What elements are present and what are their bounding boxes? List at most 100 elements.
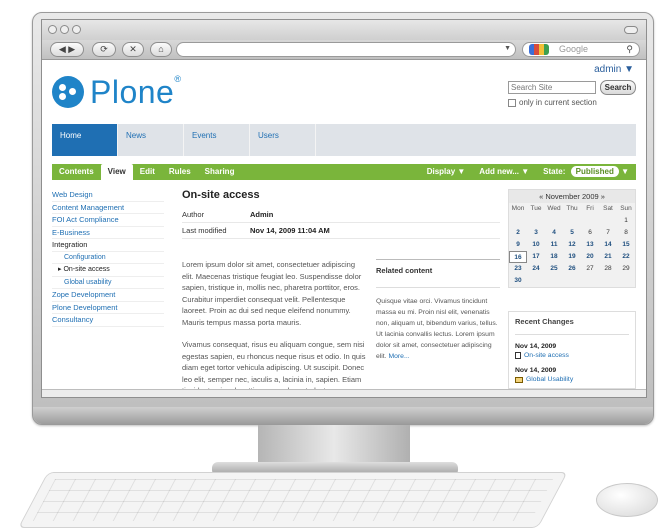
calendar-day[interactable]: 5 bbox=[563, 227, 581, 239]
home-icon[interactable]: ⌂ bbox=[150, 42, 172, 57]
calendar-day bbox=[545, 215, 563, 227]
plone-logo-icon bbox=[52, 76, 84, 108]
sidebar-item-zope[interactable]: Zope Development bbox=[52, 289, 164, 302]
calendar-day[interactable]: 22 bbox=[617, 251, 635, 263]
only-current-checkbox[interactable] bbox=[508, 98, 516, 107]
calendar-day[interactable]: 25 bbox=[545, 263, 563, 275]
calendar-day[interactable]: 28 bbox=[599, 263, 617, 275]
search-icon[interactable]: ⚲ bbox=[626, 43, 633, 56]
sidebar-item-foi-act[interactable]: FOI Act Compliance bbox=[52, 214, 164, 227]
calendar-dayname: Tue bbox=[530, 205, 542, 212]
global-nav-events[interactable]: Events bbox=[184, 124, 250, 156]
browser-search-placeholder: Google bbox=[559, 44, 589, 54]
calendar-day bbox=[563, 275, 581, 287]
sidebar-item-global-usability[interactable]: Global usability bbox=[52, 277, 164, 289]
calendar-day[interactable]: 19 bbox=[563, 251, 581, 263]
calendar-day[interactable]: 30 bbox=[509, 275, 527, 287]
horizontal-scrollbar[interactable] bbox=[42, 389, 646, 397]
calendar-day[interactable]: 20 bbox=[581, 251, 599, 263]
calendar-day[interactable]: 17 bbox=[527, 251, 545, 263]
sidebar-item-integration[interactable]: Integration bbox=[52, 239, 164, 252]
calendar-day[interactable]: 9 bbox=[509, 239, 527, 251]
recent-item-on-site-access[interactable]: On-site access bbox=[515, 352, 629, 359]
state-label: State: bbox=[543, 167, 566, 176]
add-new-menu[interactable]: Add new... ▼ bbox=[472, 164, 536, 180]
sidebar-item-consultancy[interactable]: Consultancy bbox=[52, 314, 164, 327]
tab-sharing[interactable]: Sharing bbox=[198, 164, 242, 180]
calendar-day bbox=[527, 215, 545, 227]
calendar-day bbox=[617, 275, 635, 287]
calendar-day[interactable]: 4 bbox=[545, 227, 563, 239]
sidebar-item-configuration[interactable]: Configuration bbox=[52, 252, 164, 264]
calendar-day[interactable]: 24 bbox=[527, 263, 545, 275]
state-menu[interactable]: State: Published ▼ bbox=[536, 164, 636, 180]
calendar-day bbox=[599, 275, 617, 287]
calendar-day[interactable]: 12 bbox=[563, 239, 581, 251]
calendar-day[interactable]: 29 bbox=[617, 263, 635, 275]
calendar-day[interactable]: 7 bbox=[599, 227, 617, 239]
calendar-day[interactable]: 2 bbox=[509, 227, 527, 239]
calendar-day[interactable]: 1 bbox=[617, 215, 635, 227]
browser-toolbar: ◀ ▶ ⟳ ✕ ⌂ ▼ Google ⚲ bbox=[42, 40, 646, 60]
back-forward-button[interactable]: ◀ ▶ bbox=[50, 42, 84, 57]
calendar-day bbox=[581, 275, 599, 287]
document-icon bbox=[515, 352, 521, 359]
tab-rules[interactable]: Rules bbox=[162, 164, 198, 180]
calendar-day[interactable]: 11 bbox=[545, 239, 563, 251]
calendar-day[interactable]: 27 bbox=[581, 263, 599, 275]
url-dropdown-icon[interactable]: ▼ bbox=[504, 45, 511, 52]
modified-label: Last modified bbox=[182, 226, 227, 235]
global-nav-news[interactable]: News bbox=[118, 124, 184, 156]
calendar-day[interactable]: 21 bbox=[599, 251, 617, 263]
calendar-day[interactable]: 14 bbox=[599, 239, 617, 251]
zoom-window-icon[interactable] bbox=[72, 25, 81, 34]
calendar-day[interactable]: 13 bbox=[581, 239, 599, 251]
calendar-dayname: Fri bbox=[586, 205, 594, 212]
calendar-day[interactable]: 15 bbox=[617, 239, 635, 251]
calendar-grid: Mon Tue Wed Thu Fri Sat Sun 1 2 3 4 5 6 7 8 9 10 11 12 13 14… bbox=[509, 203, 635, 287]
display-menu[interactable]: Display ▼ bbox=[420, 164, 473, 180]
tab-edit[interactable]: Edit bbox=[133, 164, 162, 180]
calendar-day[interactable]: 8 bbox=[617, 227, 635, 239]
tab-view[interactable]: View bbox=[100, 164, 133, 180]
calendar-day[interactable]: 16 bbox=[509, 251, 527, 263]
calendar-day[interactable]: 10 bbox=[527, 239, 545, 251]
sidebar-item-content-management[interactable]: Content Management bbox=[52, 202, 164, 214]
calendar-header[interactable]: « November 2009 » bbox=[509, 190, 635, 203]
calendar-day[interactable]: 23 bbox=[509, 263, 527, 275]
site-search-input[interactable]: Search Site bbox=[508, 81, 596, 94]
admin-menu[interactable]: admin ▼ bbox=[594, 64, 634, 75]
tab-contents[interactable]: Contents bbox=[52, 164, 101, 180]
calendar-dayname: Mon bbox=[511, 205, 525, 212]
related-text: Quisque vitae orci. Vivamus tincidunt ma… bbox=[376, 298, 498, 360]
recent-date: Nov 14, 2009 bbox=[515, 367, 557, 374]
reload-icon[interactable]: ⟳ bbox=[92, 42, 116, 57]
global-nav-users[interactable]: Users bbox=[250, 124, 316, 156]
calendar-day[interactable]: 6 bbox=[581, 227, 599, 239]
calendar-day[interactable]: 26 bbox=[563, 263, 581, 275]
related-more-link[interactable]: More... bbox=[388, 353, 409, 360]
recent-item-global-usability[interactable]: Global Usability bbox=[515, 376, 629, 383]
url-bar[interactable]: ▼ bbox=[176, 42, 516, 57]
folder-icon bbox=[515, 376, 523, 383]
toolbar-toggle-icon[interactable] bbox=[624, 26, 638, 34]
sidebar-item-web-design[interactable]: Web Design bbox=[52, 189, 164, 202]
google-icon bbox=[529, 44, 549, 55]
author-value[interactable]: Admin bbox=[250, 207, 273, 222]
stop-icon[interactable]: ✕ bbox=[122, 42, 144, 57]
sidebar-item-on-site-access[interactable]: ▸ On-site access bbox=[52, 264, 164, 277]
site-logo[interactable]: Plone® bbox=[52, 74, 181, 110]
browser-search-input[interactable]: Google ⚲ bbox=[522, 42, 640, 57]
close-window-icon[interactable] bbox=[48, 25, 57, 34]
calendar-day[interactable]: 18 bbox=[545, 251, 563, 263]
search-button[interactable]: Search bbox=[600, 80, 636, 95]
only-current-section[interactable]: only in current section bbox=[508, 98, 597, 107]
calendar-day[interactable]: 3 bbox=[527, 227, 545, 239]
calendar-day bbox=[527, 275, 545, 287]
sidebar-item-plone[interactable]: Plone Development bbox=[52, 302, 164, 314]
sidebar-item-e-business[interactable]: E-Business bbox=[52, 227, 164, 239]
calendar-dayname: Thu bbox=[566, 205, 578, 212]
calendar-dayname: Sun bbox=[620, 205, 632, 212]
global-nav-home[interactable]: Home bbox=[52, 124, 118, 156]
minimize-window-icon[interactable] bbox=[60, 25, 69, 34]
